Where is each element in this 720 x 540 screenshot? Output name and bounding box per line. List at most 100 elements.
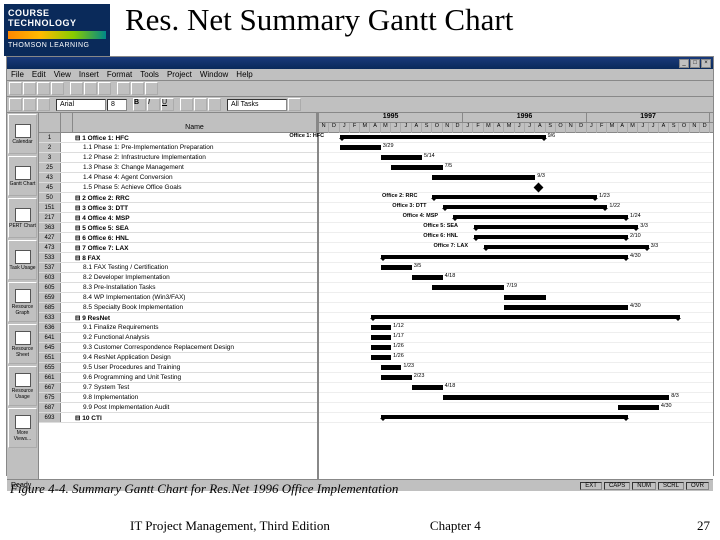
task-row[interactable]: 533⊟ 8 FAX [39, 253, 317, 263]
gantt-row[interactable]: 8/3 [319, 393, 713, 403]
gantt-row[interactable]: 1/23 [319, 363, 713, 373]
gantt-row[interactable] [319, 313, 713, 323]
task-row[interactable]: 6759.8 Implementation [39, 393, 317, 403]
view-gantt-chart[interactable]: Gantt Chart [8, 156, 37, 196]
new-icon[interactable] [9, 82, 22, 95]
menu-view[interactable]: View [54, 70, 71, 79]
view-more-views-[interactable]: More Views... [8, 408, 37, 448]
task-row[interactable]: 6038.2 Developer Implementation [39, 273, 317, 283]
task-row[interactable]: 431.4 Phase 4: Agent Conversion [39, 173, 317, 183]
view-calendar[interactable]: Calendar [8, 114, 37, 154]
bold-icon[interactable]: B [133, 98, 146, 111]
outdent-icon[interactable] [9, 98, 22, 111]
task-row[interactable]: 151⊟ 3 Office 3: DTT [39, 203, 317, 213]
gantt-row[interactable]: 1/26 [319, 343, 713, 353]
gantt-row[interactable]: 7/5 [319, 163, 713, 173]
view-resource-sheet[interactable]: Resource Sheet [8, 324, 37, 364]
col-indicator[interactable] [61, 113, 73, 132]
menu-file[interactable]: File [11, 70, 24, 79]
gantt-row[interactable]: 4/30 [319, 253, 713, 263]
open-icon[interactable] [23, 82, 36, 95]
gantt-row[interactable]: 1/17 [319, 333, 713, 343]
task-row[interactable]: 6058.3 Pre-Installation Tasks [39, 283, 317, 293]
filter-select[interactable]: All Tasks [227, 99, 287, 111]
gantt-row[interactable]: 7/19 [319, 283, 713, 293]
undo-icon[interactable] [117, 82, 130, 95]
task-bar[interactable] [432, 285, 504, 290]
gantt-row[interactable]: Office 7: LAX3/3 [319, 243, 713, 253]
menu-tools[interactable]: Tools [140, 70, 159, 79]
task-bar[interactable] [412, 275, 443, 280]
task-row[interactable]: 50⊟ 2 Office 2: RRC [39, 193, 317, 203]
gantt-row[interactable] [319, 183, 713, 193]
paste-icon[interactable] [98, 82, 111, 95]
gantt-row[interactable]: 4/30 [319, 403, 713, 413]
summary-bar[interactable] [474, 235, 629, 239]
gantt-row[interactable]: 4/18 [319, 273, 713, 283]
gantt-row[interactable]: 9/3 [319, 173, 713, 183]
task-bar[interactable] [381, 365, 402, 370]
gantt-row[interactable]: 5/14 [319, 153, 713, 163]
gantt-row[interactable]: 1/26 [319, 353, 713, 363]
gantt-row[interactable]: Office 3: DTT1/22 [319, 203, 713, 213]
task-bar[interactable] [443, 395, 670, 400]
task-row[interactable]: 363⊟ 5 Office 5: SEA [39, 223, 317, 233]
menu-window[interactable]: Window [200, 70, 228, 79]
summary-bar[interactable] [484, 245, 649, 249]
align-center-icon[interactable] [194, 98, 207, 111]
task-row[interactable]: 6559.5 User Procedures and Training [39, 363, 317, 373]
summary-bar[interactable] [443, 205, 608, 209]
gantt-row[interactable]: Office 1: HFC9/6 [319, 133, 713, 143]
summary-bar[interactable] [453, 215, 628, 219]
gantt-row[interactable]: 4/30 [319, 303, 713, 313]
view-pert-chart[interactable]: PERT Chart [8, 198, 37, 238]
task-row[interactable]: 217⊟ 4 Office 4: MSP [39, 213, 317, 223]
task-bar[interactable] [381, 265, 412, 270]
menu-insert[interactable]: Insert [79, 70, 99, 79]
menu-edit[interactable]: Edit [32, 70, 46, 79]
task-row[interactable]: 6419.2 Functional Analysis [39, 333, 317, 343]
show-icon[interactable] [37, 98, 50, 111]
task-row[interactable]: 6858.5 Specialty Book Implementation [39, 303, 317, 313]
indent-icon[interactable] [23, 98, 36, 111]
col-name[interactable]: Name [73, 113, 317, 132]
task-row[interactable]: 6598.4 WP Implementation (Win3/FAX) [39, 293, 317, 303]
menu-help[interactable]: Help [236, 70, 252, 79]
task-bar[interactable] [340, 145, 381, 150]
summary-bar[interactable] [381, 255, 628, 259]
task-row[interactable]: 6519.4 ResNet Application Design [39, 353, 317, 363]
task-row[interactable]: 693⊟ 10 CTI [39, 413, 317, 423]
view-resource-graph[interactable]: Resource Graph [8, 282, 37, 322]
task-row[interactable]: 5378.1 FAX Testing / Certification [39, 263, 317, 273]
save-icon[interactable] [37, 82, 50, 95]
task-bar[interactable] [381, 155, 422, 160]
task-row[interactable]: 473⊟ 7 Office 7: LAX [39, 243, 317, 253]
gantt-row[interactable] [319, 413, 713, 423]
cut-icon[interactable] [70, 82, 83, 95]
underline-icon[interactable]: U [161, 98, 174, 111]
task-bar[interactable] [381, 375, 412, 380]
gantt-row[interactable] [319, 293, 713, 303]
unlink-icon[interactable] [145, 82, 158, 95]
task-bar[interactable] [391, 165, 443, 170]
align-right-icon[interactable] [208, 98, 221, 111]
gantt-row[interactable]: 4/18 [319, 383, 713, 393]
task-row[interactable]: 251.3 Phase 3: Change Management [39, 163, 317, 173]
task-row[interactable]: 1⊟ 1 Office 1: HFC [39, 133, 317, 143]
menu-format[interactable]: Format [107, 70, 132, 79]
view-resource-usage[interactable]: Resource Usage [8, 366, 37, 406]
print-icon[interactable] [51, 82, 64, 95]
task-row[interactable]: 633⊟ 9 ResNet [39, 313, 317, 323]
task-row[interactable]: 427⊟ 6 Office 6: HNL [39, 233, 317, 243]
gantt-row[interactable]: Office 5: SEA3/3 [319, 223, 713, 233]
gantt-row[interactable]: 1/12 [319, 323, 713, 333]
autofilter-icon[interactable] [288, 98, 301, 111]
font-select[interactable]: Arial [56, 99, 106, 111]
col-id[interactable] [39, 113, 61, 132]
gantt-row[interactable]: Office 2: RRC1/23 [319, 193, 713, 203]
task-bar[interactable] [371, 335, 392, 340]
link-icon[interactable] [131, 82, 144, 95]
copy-icon[interactable] [84, 82, 97, 95]
close-button[interactable]: × [701, 59, 711, 68]
summary-bar[interactable] [432, 195, 597, 199]
